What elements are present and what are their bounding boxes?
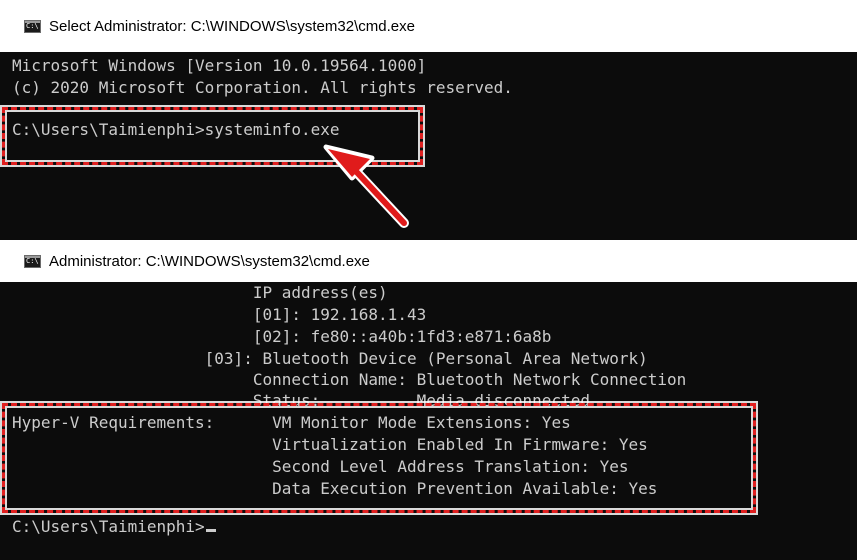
window2-title: Administrator: C:\WINDOWS\system32\cmd.e… <box>49 252 370 270</box>
command-highlight-box <box>2 107 423 165</box>
text-cursor <box>205 529 216 532</box>
console-line: Microsoft Windows [Version 10.0.19564.10… <box>12 56 427 75</box>
console-line: Connection Name: Bluetooth Network Conne… <box>12 370 687 389</box>
window1-title: Select Administrator: C:\WINDOWS\system3… <box>49 17 415 35</box>
window2-titlebar[interactable]: C:\ Administrator: C:\WINDOWS\system32\c… <box>0 240 857 282</box>
window1-titlebar[interactable]: C:\ Select Administrator: C:\WINDOWS\sys… <box>0 0 857 52</box>
console-line: [01]: 192.168.1.43 <box>12 305 427 324</box>
cmd-icon: C:\ <box>24 19 41 33</box>
console-line: [03]: Bluetooth Device (Personal Area Ne… <box>12 349 648 368</box>
console-line: (c) 2020 Microsoft Corporation. All righ… <box>12 78 513 97</box>
prompt-line: C:\Users\Taimienphi> <box>12 516 216 538</box>
cmd-icon: C:\ <box>24 254 41 268</box>
console-line: IP address(es) <box>12 283 388 302</box>
console-line: [02]: fe80::a40b:1fd3:e871:6a8b <box>12 327 552 346</box>
hyperv-highlight-box <box>2 403 756 513</box>
prompt-text: C:\Users\Taimienphi> <box>12 517 205 536</box>
